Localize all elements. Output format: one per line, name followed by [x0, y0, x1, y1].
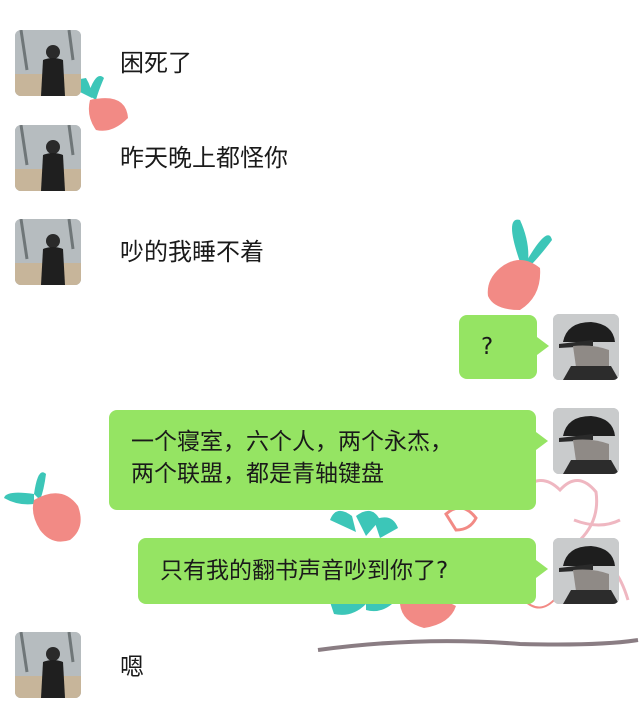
person-on-beach-avatar-icon — [15, 632, 81, 698]
man-in-cap-avatar-icon — [553, 538, 619, 604]
outgoing-message-text: ? — [481, 334, 494, 360]
outgoing-message-bubble[interactable]: 只有我的翻书声音吵到你了? — [138, 538, 548, 604]
carrot-doodle-icon — [487, 219, 552, 310]
man-in-cap-avatar-icon — [553, 408, 619, 474]
person-on-beach-avatar-icon — [15, 30, 81, 96]
contact-avatar[interactable] — [15, 632, 81, 698]
carrot-doodle-icon — [4, 472, 81, 542]
carrot-doodle-background — [4, 76, 639, 652]
incoming-message[interactable]: 嗯 — [120, 652, 144, 682]
incoming-message[interactable]: 困死了 — [120, 48, 192, 78]
contact-avatar[interactable] — [15, 125, 81, 191]
outgoing-message-text: 只有我的翻书声音吵到你了? — [160, 558, 449, 584]
contact-avatar[interactable] — [15, 219, 81, 285]
carrot-doodle-icon — [76, 76, 128, 131]
incoming-message[interactable]: 吵的我睡不着 — [120, 237, 264, 267]
self-avatar[interactable] — [553, 408, 619, 474]
person-on-beach-avatar-icon — [15, 125, 81, 191]
outgoing-message-line: 一个寝室，六个人，两个永杰， — [131, 429, 453, 455]
self-avatar[interactable] — [553, 538, 619, 604]
man-in-cap-avatar-icon — [553, 314, 619, 380]
contact-avatar[interactable] — [15, 30, 81, 96]
outgoing-message-bubble[interactable]: ? — [459, 315, 549, 379]
outgoing-message-bubble[interactable]: 一个寝室，六个人，两个永杰， 两个联盟，都是青轴键盘 — [109, 410, 548, 510]
self-avatar[interactable] — [553, 314, 619, 380]
person-on-beach-avatar-icon — [15, 219, 81, 285]
outgoing-message-line: 两个联盟，都是青轴键盘 — [131, 461, 384, 487]
incoming-message[interactable]: 昨天晚上都怪你 — [120, 143, 288, 173]
